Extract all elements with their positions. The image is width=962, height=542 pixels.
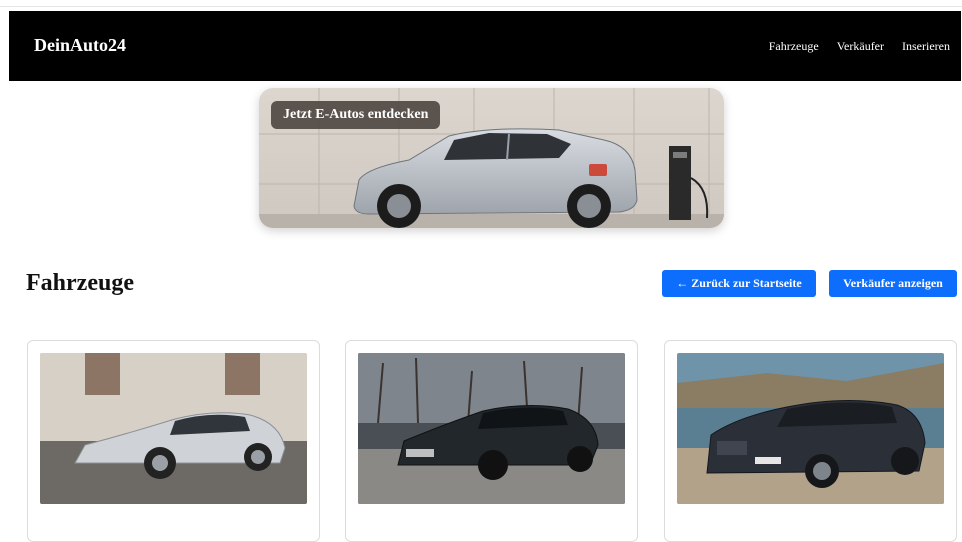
nav-link-inserieren[interactable]: Inserieren (902, 39, 950, 54)
hero-banner[interactable]: Jetzt E-Autos entdecken (259, 88, 724, 228)
nav-link-fahrzeuge[interactable]: Fahrzeuge (769, 39, 819, 54)
vehicle-card[interactable] (345, 340, 638, 542)
hero-badge[interactable]: Jetzt E-Autos entdecken (271, 101, 441, 129)
brand-logo[interactable]: DeinAuto24 (34, 35, 126, 56)
vehicle-card[interactable] (27, 340, 320, 542)
show-sellers-button[interactable]: Verkäufer anzeigen (829, 270, 957, 297)
vehicle-image[interactable] (40, 353, 307, 504)
back-to-home-button[interactable]: ← Zurück zur Startseite (662, 270, 816, 297)
vehicle-image[interactable] (677, 353, 944, 504)
vehicle-image[interactable] (358, 353, 625, 504)
nav-link-verkaeufer[interactable]: Verkäufer (837, 39, 884, 54)
browser-top-edge (0, 0, 962, 7)
nav-links: Fahrzeuge Verkäufer Inserieren (769, 39, 950, 54)
navbar: DeinAuto24 Fahrzeuge Verkäufer Inseriere… (9, 11, 961, 81)
page-title: Fahrzeuge (26, 270, 134, 296)
vehicle-card[interactable] (664, 340, 957, 542)
